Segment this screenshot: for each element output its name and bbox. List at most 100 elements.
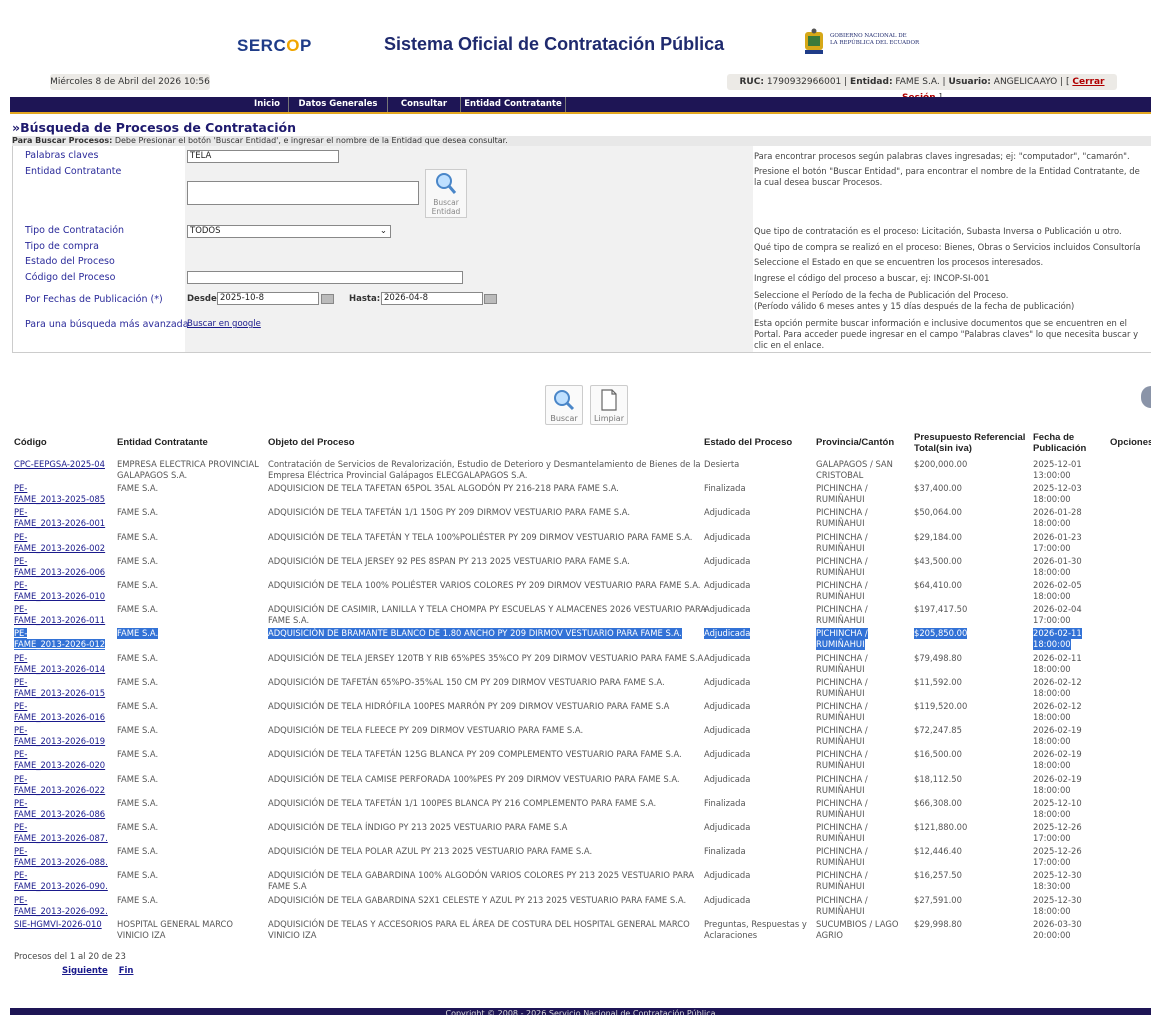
process-code-link[interactable]: PE- <box>14 483 27 494</box>
process-code-link[interactable]: FAME_2013-2026-014 <box>14 664 105 675</box>
process-code-link[interactable]: FAME_2013-2026-087. <box>14 833 108 844</box>
cell-code[interactable]: PE- FAME_2013-2026-002 <box>14 532 105 554</box>
cell-code[interactable]: PE- FAME_2013-2026-086 <box>14 798 105 820</box>
col-object[interactable]: Objeto del Proceso <box>268 437 355 448</box>
process-code-link[interactable]: PE- <box>14 653 27 664</box>
to-date-input[interactable]: 2026-04-8 <box>381 292 483 305</box>
google-search-link[interactable]: Buscar en google <box>187 319 261 329</box>
process-code-link[interactable]: FAME_2013-2026-086 <box>14 809 105 820</box>
side-widget-icon[interactable] <box>1141 386 1151 408</box>
process-code-link[interactable]: PE- <box>14 749 27 760</box>
table-row[interactable]: PE- FAME_2013-2026-090. FAME S.A. ADQUISICI… <box>12 870 1151 892</box>
search-entity-button[interactable]: Buscar Entidad <box>425 169 467 218</box>
cell-code[interactable]: PE- FAME_2013-2026-012 <box>14 628 106 651</box>
table-row[interactable]: PE- FAME_2013-2026-020 FAME S.A. ADQUISICIÓ… <box>12 749 1151 771</box>
table-row[interactable]: PE- FAME_2013-2026-088. FAME S.A. ADQUISICI… <box>12 846 1151 868</box>
table-row[interactable]: PE- FAME_2013-2026-019 FAME S.A. ADQUISICIÓ… <box>12 725 1151 747</box>
process-code-link[interactable]: FAME_2013-2026-010 <box>14 591 105 602</box>
process-code-link[interactable]: FAME_2013-2025-085 <box>14 494 105 505</box>
search-button[interactable]: Buscar <box>545 385 583 425</box>
nav-consultar[interactable]: Consultar <box>388 97 461 112</box>
cell-code[interactable]: PE- FAME_2013-2026-014 <box>14 653 105 675</box>
process-code-link[interactable]: FAME_2013-2026-092. <box>14 906 108 917</box>
calendar-icon[interactable] <box>321 294 334 304</box>
process-code-link[interactable]: PE- <box>14 798 27 809</box>
table-row[interactable]: PE- FAME_2013-2026-002 FAME S.A. ADQUISICIÓ… <box>12 532 1151 554</box>
process-code-link[interactable]: PE- <box>14 677 27 688</box>
process-code-link[interactable]: FAME_2013-2026-002 <box>14 543 105 554</box>
process-code-link[interactable]: CPC-EEPGSA-2025-04 <box>14 459 105 470</box>
cell-code[interactable]: PE- FAME_2013-2025-085 <box>14 483 105 505</box>
cell-code[interactable]: PE- FAME_2013-2026-010 <box>14 580 105 602</box>
process-code-link[interactable]: PE- <box>14 774 27 785</box>
cell-code[interactable]: PE- FAME_2013-2026-090. <box>14 870 108 892</box>
process-code-link[interactable]: PE- <box>14 895 27 906</box>
process-code-link[interactable]: FAME_2013-2026-001 <box>14 518 105 529</box>
cell-code[interactable]: PE- FAME_2013-2026-001 <box>14 507 105 529</box>
table-row[interactable]: SIE-HGMVI-2026-010 HOSPITAL GENERAL MARCO… <box>12 919 1151 941</box>
keywords-input[interactable]: TELA <box>187 150 339 163</box>
process-code-link[interactable]: PE- <box>14 725 27 736</box>
table-row[interactable]: PE- FAME_2013-2026-087. FAME S.A. ADQUISICI… <box>12 822 1151 844</box>
last-page-link[interactable]: Fin <box>119 966 134 976</box>
cell-code[interactable]: SIE-HGMVI-2026-010 <box>14 919 102 930</box>
cell-code[interactable]: PE- FAME_2013-2026-019 <box>14 725 105 747</box>
process-code-link[interactable]: FAME_2013-2026-020 <box>14 760 105 771</box>
cell-code[interactable]: PE- FAME_2013-2026-088. <box>14 846 108 868</box>
table-row[interactable]: PE- FAME_2013-2026-014 FAME S.A. ADQUISICIÓ… <box>12 653 1151 675</box>
table-row[interactable]: PE- FAME_2013-2026-011 FAME S.A. ADQUISICIÓ… <box>12 604 1151 626</box>
contract-type-select[interactable]: TODOS ⌄ <box>187 225 391 238</box>
table-row[interactable]: PE- FAME_2013-2025-085 FAME S.A. ADQUISICIO… <box>12 483 1151 505</box>
process-code-link[interactable]: FAME_2013-2026-022 <box>14 785 105 796</box>
cell-code[interactable]: PE- FAME_2013-2026-087. <box>14 822 108 844</box>
table-row[interactable]: PE- FAME_2013-2026-012 FAME S.A. ADQUISICIÓ… <box>12 628 1151 651</box>
cell-code[interactable]: PE- FAME_2013-2026-006 <box>14 556 105 578</box>
table-row[interactable]: PE- FAME_2013-2026-092. FAME S.A. ADQUISICI… <box>12 895 1151 917</box>
process-code-input[interactable] <box>187 271 463 284</box>
table-row[interactable]: PE- FAME_2013-2026-016 FAME S.A. ADQUISICIÓ… <box>12 701 1151 723</box>
process-code-link[interactable]: PE- <box>14 846 27 857</box>
table-row[interactable]: PE- FAME_2013-2026-086 FAME S.A. ADQUISICIÓ… <box>12 798 1151 820</box>
nav-inicio[interactable]: Inicio <box>246 97 289 112</box>
next-page-link[interactable]: Siguiente <box>62 966 108 976</box>
process-code-link[interactable]: PE- <box>14 822 27 833</box>
col-state[interactable]: Estado del Proceso <box>704 437 792 448</box>
table-row[interactable]: PE- FAME_2013-2026-010 FAME S.A. ADQUISICIÓ… <box>12 580 1151 602</box>
cell-code[interactable]: CPC-EEPGSA-2025-04 <box>14 459 105 470</box>
process-code-link[interactable]: FAME_2013-2026-088. <box>14 857 108 868</box>
table-row[interactable]: CPC-EEPGSA-2025-04 EMPRESA ELECTRICA PROV… <box>12 459 1151 481</box>
col-budget[interactable]: Presupuesto Referencial Total(sin iva) <box>914 432 1032 454</box>
process-code-link[interactable]: PE- <box>14 507 27 518</box>
process-code-link[interactable]: FAME_2013-2026-015 <box>14 688 105 699</box>
process-code-link[interactable]: PE- <box>14 701 27 712</box>
table-row[interactable]: PE- FAME_2013-2026-015 FAME S.A. ADQUISICIÓ… <box>12 677 1151 699</box>
table-row[interactable]: PE- FAME_2013-2026-022 FAME S.A. ADQUISICIÓ… <box>12 774 1151 796</box>
from-date-input[interactable]: 2025-10-8 <box>217 292 319 305</box>
cell-code[interactable]: PE- FAME_2013-2026-015 <box>14 677 105 699</box>
cell-code[interactable]: PE- FAME_2013-2026-092. <box>14 895 108 917</box>
calendar-icon[interactable] <box>484 294 497 304</box>
table-row[interactable]: PE- FAME_2013-2026-001 FAME S.A. ADQUISICIÓ… <box>12 507 1151 529</box>
cell-code[interactable]: PE- FAME_2013-2026-022 <box>14 774 105 796</box>
process-code-link[interactable]: FAME_2013-2026-011 <box>14 615 105 626</box>
process-code-link[interactable]: PE- <box>14 532 27 543</box>
process-code-link[interactable]: PE- <box>14 870 27 881</box>
nav-entidad-contratante[interactable]: Entidad Contratante <box>461 97 566 112</box>
col-entity[interactable]: Entidad Contratante <box>117 437 208 448</box>
col-code[interactable]: Código <box>14 437 47 448</box>
cell-code[interactable]: PE- FAME_2013-2026-016 <box>14 701 105 723</box>
process-code-link[interactable]: SIE-HGMVI-2026-010 <box>14 919 102 930</box>
cell-code[interactable]: PE- FAME_2013-2026-020 <box>14 749 105 771</box>
col-date[interactable]: Fecha de Publicación <box>1033 432 1101 454</box>
process-code-link[interactable]: FAME_2013-2026-006 <box>14 567 105 578</box>
nav-datos-generales[interactable]: Datos Generales <box>289 97 388 112</box>
process-code-link[interactable]: FAME_2013-2026-016 <box>14 712 105 723</box>
table-row[interactable]: PE- FAME_2013-2026-006 FAME S.A. ADQUISICIÓ… <box>12 556 1151 578</box>
entity-textarea[interactable] <box>187 181 419 205</box>
process-code-link[interactable]: FAME_2013-2026-019 <box>14 736 105 747</box>
cell-code[interactable]: PE- FAME_2013-2026-011 <box>14 604 105 626</box>
clear-button[interactable]: Limpiar <box>590 385 628 425</box>
process-code-link[interactable]: PE- <box>14 628 28 640</box>
process-code-link[interactable]: PE- <box>14 604 27 615</box>
process-code-link[interactable]: PE- <box>14 556 27 567</box>
